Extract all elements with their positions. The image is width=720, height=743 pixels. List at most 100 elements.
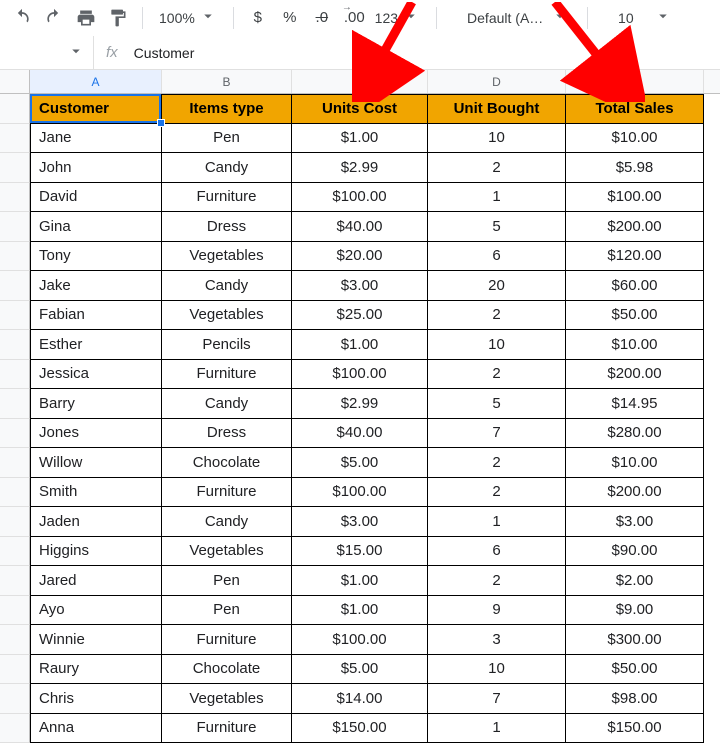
cell-items-type[interactable]: Dress	[162, 212, 292, 242]
header-cell[interactable]: Items type	[162, 94, 292, 124]
font-dropdown[interactable]: Default (Ari...	[467, 7, 577, 28]
cell-customer[interactable]: Esther	[30, 330, 162, 360]
row-header[interactable]	[0, 153, 30, 183]
cell-total-sales[interactable]: $60.00	[566, 271, 704, 301]
cell-total-sales[interactable]: $10.00	[566, 330, 704, 360]
cell-total-sales[interactable]: $200.00	[566, 212, 704, 242]
cell-total-sales[interactable]: $300.00	[566, 625, 704, 655]
cell-unit-bought[interactable]: 6	[428, 537, 566, 567]
cell-units-cost[interactable]: $2.99	[292, 153, 428, 183]
cell-customer[interactable]: Raury	[30, 655, 162, 685]
zoom-dropdown[interactable]: 100%	[159, 7, 217, 28]
cell-unit-bought[interactable]: 2	[428, 153, 566, 183]
font-size-dropdown[interactable]: 10	[618, 7, 672, 28]
cell-unit-bought[interactable]: 7	[428, 684, 566, 714]
column-header-B[interactable]: B	[162, 70, 292, 93]
cell-units-cost[interactable]: $5.00	[292, 448, 428, 478]
column-header-C[interactable]: C	[292, 70, 428, 93]
cell-customer[interactable]: Jared	[30, 566, 162, 596]
number-format-dropdown[interactable]: 123	[375, 7, 420, 28]
row-header[interactable]	[0, 566, 30, 596]
cell-total-sales[interactable]: $2.00	[566, 566, 704, 596]
cell-items-type[interactable]: Pencils	[162, 330, 292, 360]
cell-customer[interactable]: Barry	[30, 389, 162, 419]
cell-items-type[interactable]: Furniture	[162, 478, 292, 508]
cell-unit-bought[interactable]: 2	[428, 566, 566, 596]
row-header[interactable]	[0, 389, 30, 419]
cell-total-sales[interactable]: $50.00	[566, 655, 704, 685]
cell-units-cost[interactable]: $20.00	[292, 242, 428, 272]
cell-customer[interactable]: Anna	[30, 714, 162, 743]
cell-customer[interactable]: Jones	[30, 419, 162, 449]
cell-units-cost[interactable]: $2.99	[292, 389, 428, 419]
cell-units-cost[interactable]: $1.00	[292, 124, 428, 154]
cell-total-sales[interactable]: $10.00	[566, 448, 704, 478]
column-header-A[interactable]: A	[30, 70, 162, 93]
cell-unit-bought[interactable]: 10	[428, 330, 566, 360]
row-header[interactable]	[0, 684, 30, 714]
paint-format-button[interactable]	[104, 4, 132, 32]
row-header[interactable]	[0, 655, 30, 685]
cell-customer[interactable]: Winnie	[30, 625, 162, 655]
cell-items-type[interactable]: Furniture	[162, 625, 292, 655]
cell-total-sales[interactable]: $9.00	[566, 596, 704, 626]
cell-total-sales[interactable]: $200.00	[566, 478, 704, 508]
cell-total-sales[interactable]: $5.98	[566, 153, 704, 183]
cell-items-type[interactable]: Vegetables	[162, 242, 292, 272]
cell-items-type[interactable]: Vegetables	[162, 301, 292, 331]
cell-unit-bought[interactable]: 2	[428, 360, 566, 390]
cell-units-cost[interactable]: $100.00	[292, 625, 428, 655]
cell-customer[interactable]: Jaden	[30, 507, 162, 537]
cell-items-type[interactable]: Furniture	[162, 360, 292, 390]
cell-items-type[interactable]: Candy	[162, 153, 292, 183]
undo-button[interactable]	[8, 4, 36, 32]
cell-total-sales[interactable]: $120.00	[566, 242, 704, 272]
row-header[interactable]	[0, 714, 30, 743]
cell-items-type[interactable]: Pen	[162, 124, 292, 154]
row-header[interactable]	[0, 537, 30, 567]
select-all-corner[interactable]	[0, 70, 30, 93]
cell-unit-bought[interactable]: 2	[428, 301, 566, 331]
row-header[interactable]	[0, 242, 30, 272]
cell-units-cost[interactable]: $1.00	[292, 596, 428, 626]
row-header[interactable]	[0, 124, 30, 154]
cell-units-cost[interactable]: $1.00	[292, 330, 428, 360]
cell-customer[interactable]: Jessica	[30, 360, 162, 390]
formula-input[interactable]: Customer	[130, 45, 195, 61]
header-cell[interactable]: Unit Bought	[428, 94, 566, 124]
cell-customer[interactable]: David	[30, 183, 162, 213]
cell-units-cost[interactable]: $40.00	[292, 419, 428, 449]
cell-total-sales[interactable]: $14.95	[566, 389, 704, 419]
cell-items-type[interactable]: Candy	[162, 507, 292, 537]
cell-total-sales[interactable]: $100.00	[566, 183, 704, 213]
cell-units-cost[interactable]: $14.00	[292, 684, 428, 714]
cell-total-sales[interactable]: $200.00	[566, 360, 704, 390]
cell-customer[interactable]: Higgins	[30, 537, 162, 567]
row-header[interactable]	[0, 183, 30, 213]
cell-customer[interactable]: Smith	[30, 478, 162, 508]
cell-items-type[interactable]: Candy	[162, 389, 292, 419]
header-cell[interactable]: Total Sales	[566, 94, 704, 124]
increase-decimal-button[interactable]: .00 →	[340, 4, 369, 32]
cell-unit-bought[interactable]: 10	[428, 124, 566, 154]
cell-units-cost[interactable]: $15.00	[292, 537, 428, 567]
cell-units-cost[interactable]: $100.00	[292, 183, 428, 213]
header-cell[interactable]: Units Cost	[292, 94, 428, 124]
cell-items-type[interactable]: Pen	[162, 566, 292, 596]
row-header[interactable]	[0, 330, 30, 360]
cell-units-cost[interactable]: $150.00	[292, 714, 428, 743]
cell-unit-bought[interactable]: 1	[428, 183, 566, 213]
cell-items-type[interactable]: Chocolate	[162, 448, 292, 478]
cell-unit-bought[interactable]: 6	[428, 242, 566, 272]
cell-unit-bought[interactable]: 1	[428, 714, 566, 743]
cell-unit-bought[interactable]: 2	[428, 478, 566, 508]
cell-items-type[interactable]: Vegetables	[162, 684, 292, 714]
cell-total-sales[interactable]: $280.00	[566, 419, 704, 449]
row-header[interactable]	[0, 271, 30, 301]
row-header[interactable]	[0, 301, 30, 331]
cell-customer[interactable]: Tony	[30, 242, 162, 272]
cell-total-sales[interactable]: $10.00	[566, 124, 704, 154]
cell-unit-bought[interactable]: 20	[428, 271, 566, 301]
cell-units-cost[interactable]: $25.00	[292, 301, 428, 331]
cell-customer[interactable]: Fabian	[30, 301, 162, 331]
